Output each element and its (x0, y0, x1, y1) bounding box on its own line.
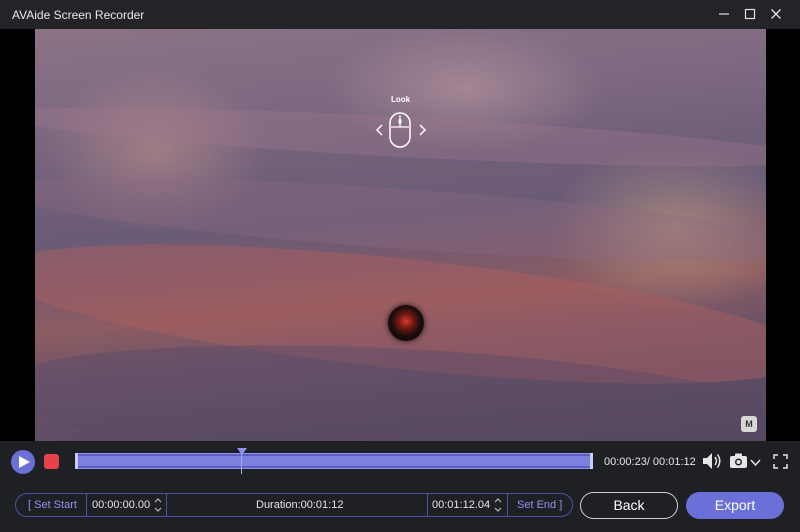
start-time-field[interactable]: 00:00:00.00 (92, 499, 150, 511)
mouse-look-icon (375, 112, 427, 148)
start-time-stepper-icon[interactable] (154, 496, 162, 514)
stop-button[interactable] (44, 454, 59, 469)
look-hint-label: Look (391, 95, 411, 104)
playback-controls: 00:00:23/ 00:01:12 (0, 441, 800, 485)
playhead[interactable] (237, 448, 247, 476)
maximize-icon (744, 8, 756, 20)
volume-icon[interactable] (702, 452, 722, 470)
maximize-button[interactable] (738, 3, 762, 25)
trim-bar: [ Set Start 00:00:00.00 Duration:00:01:1… (15, 493, 573, 517)
timeline-fill (78, 456, 590, 466)
snapshot-camera-icon[interactable] (729, 453, 748, 469)
divider (507, 494, 508, 516)
minimize-button[interactable] (712, 3, 736, 25)
duration-label: Duration:00:01:12 (256, 499, 344, 511)
video-preview-area: Look M (0, 29, 800, 441)
trim-start-handle[interactable] (75, 453, 78, 469)
timeline-track[interactable] (75, 448, 593, 474)
title-bar: AVAide Screen Recorder (0, 0, 800, 29)
fullscreen-icon[interactable] (773, 454, 788, 469)
chevron-down-icon[interactable] (750, 459, 761, 466)
app-title: AVAide Screen Recorder (12, 8, 145, 22)
end-time-field[interactable]: 00:01:12.04 (432, 499, 490, 511)
play-button[interactable] (11, 450, 35, 474)
divider (86, 494, 87, 516)
end-time-stepper-icon[interactable] (494, 496, 502, 514)
divider (427, 494, 428, 516)
playhead-line (241, 454, 242, 474)
game-watermark-icon: M (741, 416, 757, 432)
set-end-button[interactable]: Set End ] (517, 499, 562, 511)
set-start-button[interactable]: [ Set Start (28, 499, 77, 511)
minimize-icon (719, 13, 729, 15)
back-button[interactable]: Back (580, 492, 678, 519)
play-icon (19, 456, 30, 468)
close-button[interactable] (764, 3, 788, 25)
close-icon (771, 9, 781, 19)
export-button[interactable]: Export (686, 492, 784, 519)
trim-end-handle[interactable] (590, 453, 593, 469)
scene-orb (388, 305, 424, 341)
time-readout: 00:00:23/ 00:01:12 (604, 456, 696, 468)
divider (166, 494, 167, 516)
video-frame[interactable]: Look M (35, 29, 766, 441)
playhead-marker (237, 448, 247, 455)
